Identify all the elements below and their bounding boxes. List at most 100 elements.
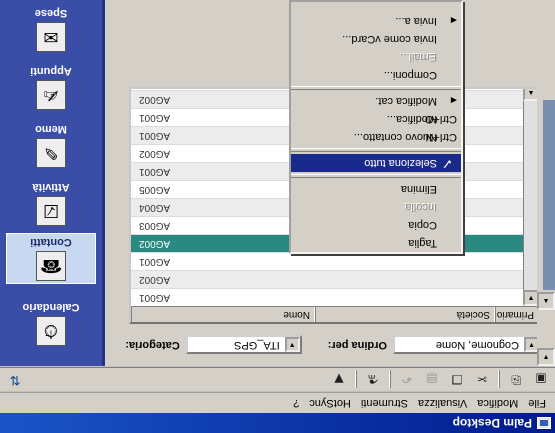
toolbar: ▣ ⎘ ✂ ❐ ▤ ↶ ⚗ ▼ ⇅ [0, 367, 555, 391]
contact-name-cell: AG002 [139, 238, 171, 249]
toolbar-separator [355, 370, 357, 389]
palm-desktop-app-icon [537, 417, 551, 429]
print-icon[interactable]: ⎘ [505, 370, 527, 390]
scroll-up-button[interactable]: ▲ [537, 292, 555, 310]
paste-icon[interactable]: ▤ [421, 370, 443, 390]
menu-bar: File Modifica Visualizza Strumenti HotSy… [0, 392, 555, 413]
launcher-label: Calendario [22, 301, 80, 313]
context-menu-item[interactable]: Modifica cat. ◀ [291, 92, 461, 110]
context-menu-item[interactable]: Elimina [291, 180, 461, 198]
category-label: Categoria: [125, 339, 180, 351]
launcher-label: Contatti [30, 236, 72, 248]
shortcut-label: Ctrl+N [425, 131, 457, 143]
cut-icon[interactable]: ✂ [471, 370, 493, 390]
contact-name-cell: AG002 [139, 148, 171, 159]
contact-name-cell: AG001 [139, 166, 171, 177]
launcher-attivit[interactable]: ☑ Attività [6, 181, 96, 226]
context-menu-label: Email... [400, 51, 437, 63]
context-menu-item[interactable]: Copia [291, 216, 461, 234]
toolbar-separator [498, 370, 500, 389]
column-headers: Primario Società Nome [131, 306, 539, 322]
find-icon[interactable]: ⚗ [362, 370, 384, 390]
context-menu-label: Seleziona tutto [364, 157, 437, 169]
column-header-societa[interactable]: Società [315, 307, 495, 322]
context-menu-item: Incolla [291, 198, 461, 216]
contact-name-cell: AG001 [139, 292, 171, 303]
launcher-label: Spese [34, 7, 68, 19]
context-menu-item[interactable]: Modifica... Ctrl+O [291, 110, 461, 128]
calendar-icon: ⏱ [36, 316, 66, 346]
contact-name-cell: AG004 [139, 202, 171, 213]
category-select[interactable]: ▼ ITA_GPS [185, 335, 302, 355]
toolbar-separator [389, 370, 391, 389]
contact-name-cell: AG001 [139, 256, 171, 267]
menu-separator [291, 84, 461, 92]
menu-separator [291, 146, 461, 154]
submenu-arrow-icon: ◀ [450, 96, 457, 106]
contact-name-cell: AG003 [139, 220, 171, 231]
launcher-label: Attività [32, 181, 70, 193]
table-row[interactable]: AG002 [131, 270, 539, 288]
launcher-appunti[interactable]: ✍ Appunti [6, 65, 96, 110]
launcher-label: Appunti [30, 65, 72, 77]
menu-help[interactable]: ? [288, 397, 304, 409]
main-area: ▼ Cognome, Nome Ordina per: ▼ ITA_GPS Ca… [0, 0, 555, 366]
contact-name-cell: AG005 [139, 184, 171, 195]
sort-select[interactable]: ▼ Cognome, Nome [393, 335, 541, 355]
context-menu-item[interactable]: Nuovo contatto... Ctrl+N [291, 128, 461, 146]
context-menu-item[interactable]: Invia come vCard... [291, 30, 461, 48]
context-menu-label: Copia [408, 219, 437, 231]
context-menu-item[interactable]: Invia a... ◀ [291, 12, 461, 30]
context-menu-label: Incolla [405, 201, 437, 213]
side-edge [543, 100, 555, 290]
context-menu-label: Invia a... [395, 15, 437, 27]
hotsync-icon[interactable]: ⇅ [3, 370, 27, 390]
column-header-primario[interactable]: Primario [495, 307, 539, 322]
context-menu-item[interactable]: Seleziona tutto ✓ [291, 154, 461, 172]
context-menu-item: Email... [291, 48, 461, 66]
title-bar: Palm Desktop [0, 413, 555, 433]
context-menu-label: Nuovo contatto... [353, 131, 437, 143]
menu-modifica[interactable]: Modifica [472, 397, 523, 409]
note-icon: ✍ [36, 80, 66, 110]
context-menu-label: Modifica cat. [375, 95, 437, 107]
window-title: Palm Desktop [452, 416, 532, 430]
menu-separator [291, 172, 461, 180]
context-menu-label: Elimina [400, 183, 437, 195]
launcher-label: Memo [35, 123, 67, 135]
contact-name-cell: AG002 [139, 274, 171, 285]
context-menu-label: Taglia [408, 237, 437, 249]
column-header-nome[interactable]: Nome [131, 307, 315, 322]
contact-name-cell: AG001 [139, 130, 171, 141]
contacts-icon: ☎ [36, 251, 66, 281]
sort-label: Ordina per: [327, 339, 387, 351]
table-row[interactable]: AG001 [131, 288, 539, 306]
contact-name-cell: AG001 [139, 112, 171, 123]
contact-name-cell: AG002 [139, 94, 171, 105]
launcher-spese[interactable]: ✉ Spese [6, 7, 96, 52]
cursor-icon: ✓ [441, 155, 453, 171]
context-menu-item[interactable]: Taglia [291, 234, 461, 252]
launcher-memo[interactable]: ✎ Memo [6, 123, 96, 168]
install-icon[interactable]: ▼ [328, 370, 350, 390]
shortcut-label: Ctrl+O [424, 113, 457, 125]
scroll-down-button[interactable]: ▼ [537, 348, 555, 366]
copy-icon[interactable]: ❐ [446, 370, 468, 390]
expense-icon: ✉ [36, 22, 66, 52]
launcher-contatti[interactable]: ☎ Contatti [6, 233, 96, 284]
context-menu-label: Componi... [383, 69, 437, 81]
launcher-calendario[interactable]: ⏱ Calendario [6, 301, 96, 346]
menu-file[interactable]: File [523, 397, 551, 409]
undo-icon[interactable]: ↶ [396, 370, 418, 390]
context-menu-item[interactable]: Componi... [291, 66, 461, 84]
menu-strumenti[interactable]: Strumenti [356, 397, 413, 409]
save-icon[interactable]: ▣ [530, 370, 552, 390]
menu-visualizza[interactable]: Visualizza [413, 397, 472, 409]
menu-hotsync[interactable]: HotSync [304, 397, 356, 409]
launcher-bar: ⏱ Calendario ☎ Contatti ☑ Attività ✎ Memo ✍ Appun… [0, 0, 105, 366]
context-menu: Taglia Copia Incolla Elimina Seleziona tutto… [289, 0, 463, 254]
table-row[interactable]: AG001 [131, 252, 539, 270]
chevron-down-icon[interactable]: ▼ [284, 337, 300, 353]
tasks-icon: ☑ [36, 196, 66, 226]
context-menu-label: Invia come vCard... [342, 33, 437, 45]
